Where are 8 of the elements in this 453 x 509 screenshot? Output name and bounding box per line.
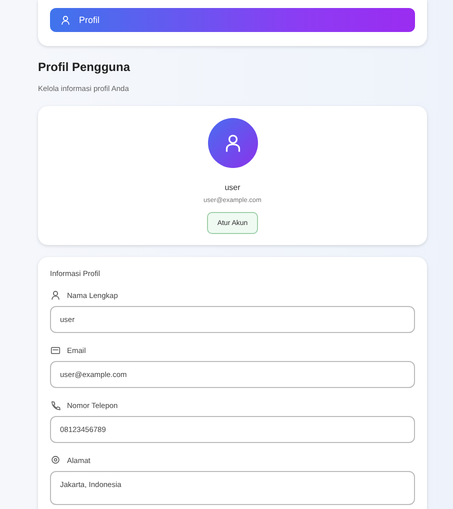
person-icon [60, 14, 71, 26]
phone-icon [50, 400, 61, 411]
location-icon [50, 455, 61, 466]
profile-nav-item[interactable]: Profil [50, 8, 415, 32]
page-title: Profil Pengguna [38, 60, 132, 74]
mail-icon [50, 345, 61, 356]
person-icon [50, 290, 61, 301]
user-name: user [224, 183, 240, 192]
